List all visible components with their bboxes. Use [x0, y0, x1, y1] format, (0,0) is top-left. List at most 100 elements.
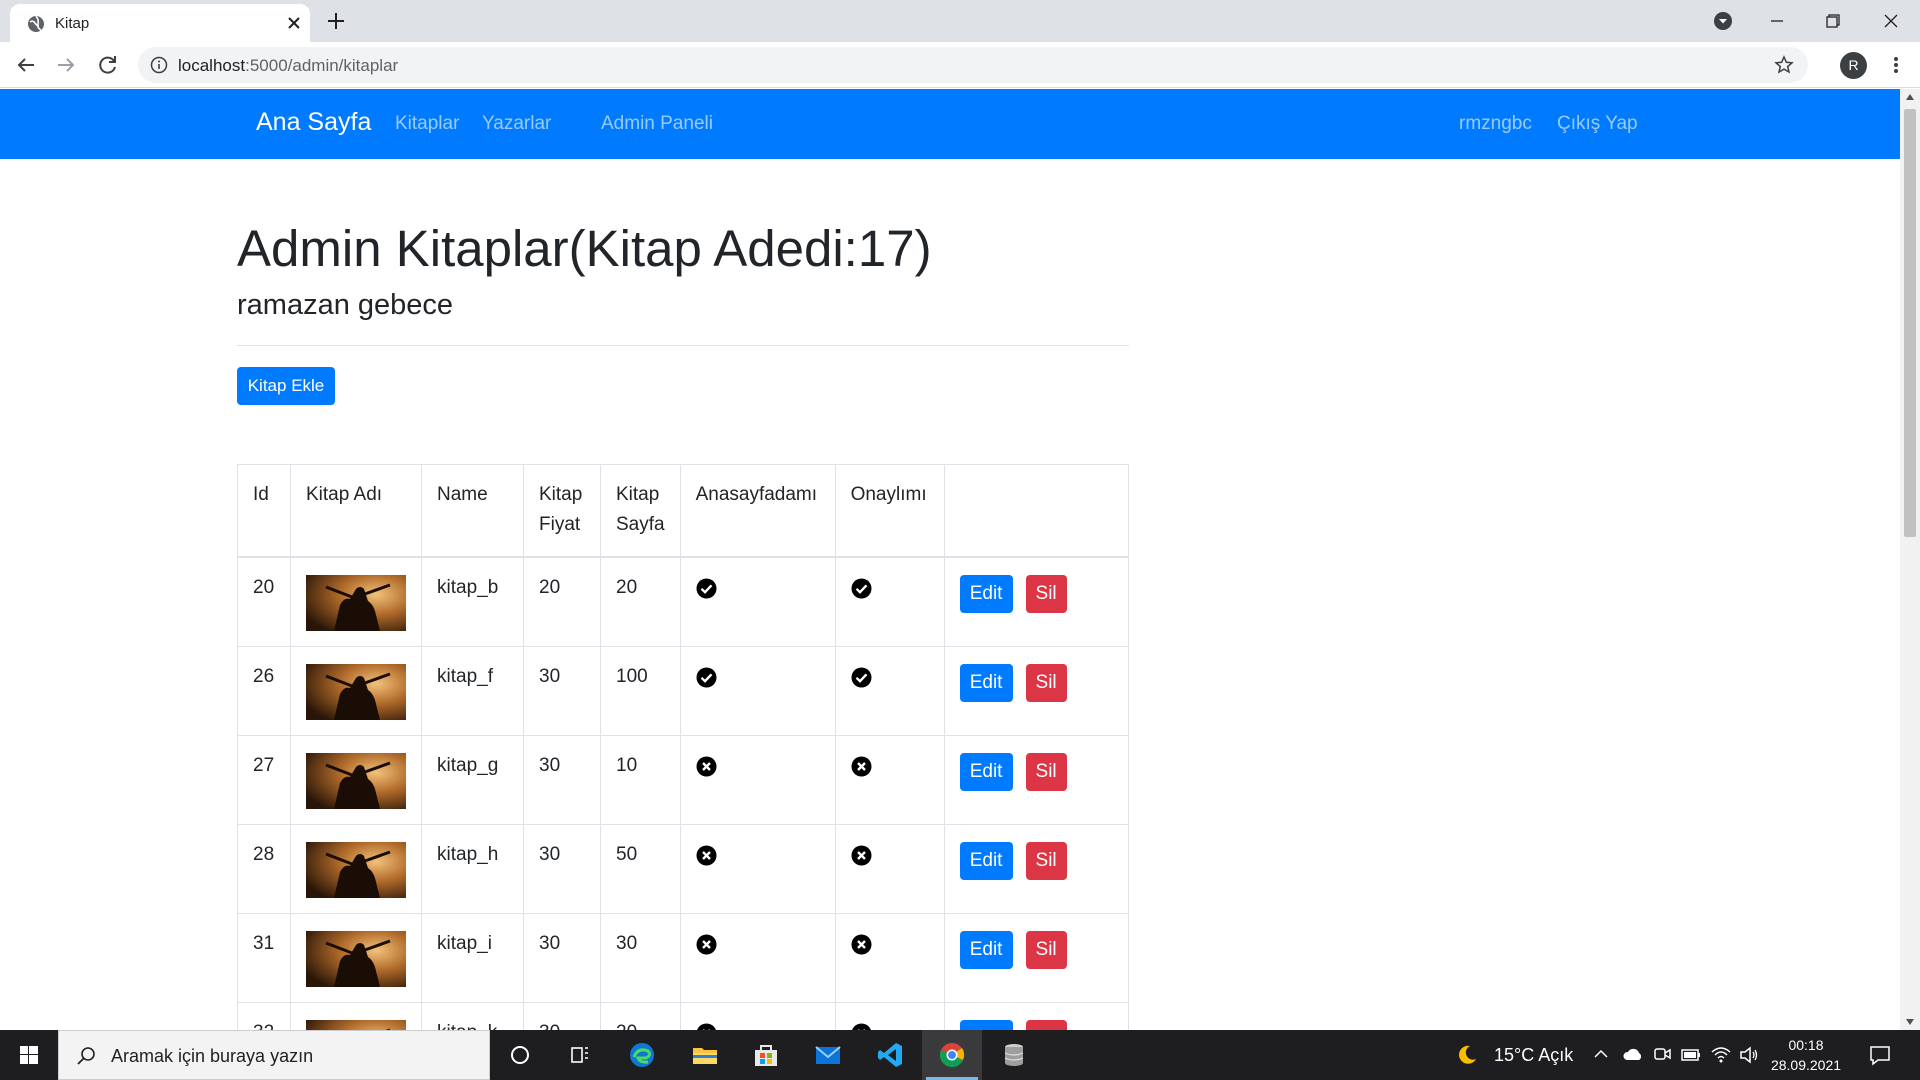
weather-text[interactable]: 15°C Açık — [1494, 1045, 1573, 1066]
cell-onayli — [834, 645, 945, 736]
task-view-button[interactable] — [550, 1030, 610, 1080]
forward-arrow-icon[interactable] — [52, 51, 80, 79]
nav-logout[interactable]: Çıkış Yap — [1557, 113, 1638, 135]
address-bar[interactable]: localhost:5000/admin/kitaplar — [138, 47, 1808, 83]
times-circle-icon — [696, 845, 717, 865]
cell-actions: Edit Sil — [943, 556, 1130, 647]
database-app[interactable] — [984, 1030, 1044, 1080]
book-cover-image — [306, 841, 406, 898]
add-book-button[interactable]: Kitap Ekle — [237, 367, 335, 405]
book-cover-image — [306, 752, 406, 809]
reload-icon[interactable] — [94, 51, 122, 79]
cell-name: kitap_k — [421, 1001, 524, 1030]
database-icon — [1004, 1044, 1024, 1066]
navbar: Ana Sayfa Kitaplar Yazarlar Admin Paneli… — [0, 89, 1900, 159]
edit-button[interactable]: Edit — [959, 663, 1013, 702]
table-row: 28 kitap_h 30 50 Edit Sil — [237, 823, 1130, 914]
edit-button[interactable]: Edit — [959, 574, 1013, 613]
close-tab-icon[interactable] — [284, 13, 304, 33]
cell-anasayfa — [679, 1001, 836, 1030]
close-window-icon[interactable] — [1876, 6, 1906, 36]
url-text: localhost:5000/admin/kitaplar — [178, 56, 398, 76]
minimize-icon[interactable] — [1762, 6, 1792, 36]
restore-icon[interactable] — [1818, 6, 1848, 36]
new-tab-icon[interactable] — [324, 9, 348, 33]
edit-button[interactable]: Edit — [959, 930, 1013, 969]
vscode-app[interactable] — [860, 1030, 920, 1080]
nav-link-kitaplar[interactable]: Kitaplar — [395, 113, 459, 135]
cell-anasayfa — [679, 556, 836, 647]
url-host: localhost — [178, 56, 246, 75]
windows-start-icon[interactable] — [0, 1030, 58, 1080]
book-cover-image — [306, 663, 406, 720]
delete-button[interactable]: Sil — [1025, 841, 1067, 880]
notifications-icon[interactable] — [1868, 1043, 1892, 1067]
onedrive-cloud-icon[interactable] — [1622, 1044, 1644, 1066]
cell-name: kitap_i — [421, 912, 524, 1003]
meet-now-icon[interactable] — [1652, 1044, 1672, 1064]
nav-user[interactable]: rmzngbc — [1459, 113, 1532, 135]
col-fiyat: Kitap Fiyat — [523, 464, 601, 558]
col-id: Id — [237, 464, 291, 558]
nav-link-admin-paneli[interactable]: Admin Paneli — [601, 113, 713, 135]
battery-icon[interactable] — [1680, 1044, 1702, 1066]
taskbar-clock[interactable]: 00:18 28.09.2021 — [1766, 1035, 1846, 1075]
page-scrollbar[interactable] — [1900, 89, 1920, 1030]
delete-button[interactable]: Sil — [1025, 574, 1067, 613]
tab-title: Kitap — [55, 15, 90, 32]
delete-button[interactable]: Sil — [1025, 663, 1067, 702]
taskbar-search-placeholder: Aramak için buraya yazın — [111, 1046, 314, 1066]
page-viewport: Ana Sayfa Kitaplar Yazarlar Admin Paneli… — [0, 89, 1900, 1030]
books-table: Id Kitap Adı Name Kitap Fiyat Kitap Sayf… — [237, 464, 1130, 1030]
nav-link-yazarlar[interactable]: Yazarlar — [482, 113, 551, 135]
scroll-up-arrow-icon[interactable] — [1906, 94, 1914, 100]
col-name: Name — [421, 464, 524, 558]
cortana-button[interactable] — [490, 1030, 550, 1080]
cell-fiyat: 30 — [523, 645, 601, 736]
cell-sayfa: 50 — [600, 823, 681, 914]
chevron-up-icon[interactable] — [1593, 1046, 1609, 1062]
store-app[interactable] — [736, 1030, 796, 1080]
chrome-icon — [939, 1043, 965, 1068]
cell-onayli — [834, 1001, 945, 1030]
delete-button[interactable]: Sil — [1025, 1019, 1067, 1030]
cell-anasayfa — [679, 912, 836, 1003]
times-circle-icon — [696, 934, 717, 954]
tab-search-icon[interactable] — [1712, 10, 1734, 32]
cell-anasayfa — [679, 823, 836, 914]
col-kitap-adi: Kitap Adı — [290, 464, 422, 558]
scroll-down-arrow-icon[interactable] — [1906, 1019, 1914, 1025]
taskbar-search-box[interactable]: Aramak için buraya yazın — [58, 1030, 490, 1080]
book-cover-image — [306, 574, 406, 631]
file-explorer-app[interactable] — [675, 1030, 735, 1080]
back-arrow-icon[interactable] — [12, 51, 40, 79]
search-icon — [77, 1047, 95, 1065]
site-info-icon[interactable] — [150, 56, 168, 74]
profile-avatar[interactable]: R — [1840, 52, 1867, 79]
cell-sayfa: 20 — [600, 1001, 681, 1030]
wifi-icon[interactable] — [1710, 1044, 1732, 1066]
cell-name: kitap_h — [421, 823, 524, 914]
browser-tab[interactable]: Kitap — [10, 4, 310, 42]
scrollbar-thumb[interactable] — [1904, 109, 1916, 537]
delete-button[interactable]: Sil — [1025, 930, 1067, 969]
page-title: Admin Kitaplar(Kitap Adedi:17) — [237, 220, 932, 277]
cell-image — [290, 1001, 422, 1030]
cell-sayfa: 10 — [600, 734, 681, 825]
edit-button[interactable]: Edit — [959, 752, 1013, 791]
table-body: 20 kitap_b 20 20 Edit Sil 26 kitap_f 30 100 Edit Si… — [237, 556, 1130, 1030]
navbar-brand[interactable]: Ana Sayfa — [256, 108, 371, 137]
more-menu-icon[interactable] — [1884, 53, 1908, 77]
mail-app[interactable] — [798, 1030, 858, 1080]
volume-icon[interactable] — [1738, 1044, 1760, 1066]
edit-button[interactable]: Edit — [959, 841, 1013, 880]
bookmark-star-icon[interactable] — [1774, 55, 1794, 75]
cell-fiyat: 30 — [523, 823, 601, 914]
mail-icon — [815, 1046, 841, 1064]
edit-button[interactable]: Edit — [959, 1019, 1013, 1030]
vscode-icon — [878, 1043, 902, 1067]
chrome-app[interactable] — [922, 1030, 982, 1080]
divider — [237, 345, 1129, 346]
delete-button[interactable]: Sil — [1025, 752, 1067, 791]
edge-app[interactable] — [612, 1030, 672, 1080]
